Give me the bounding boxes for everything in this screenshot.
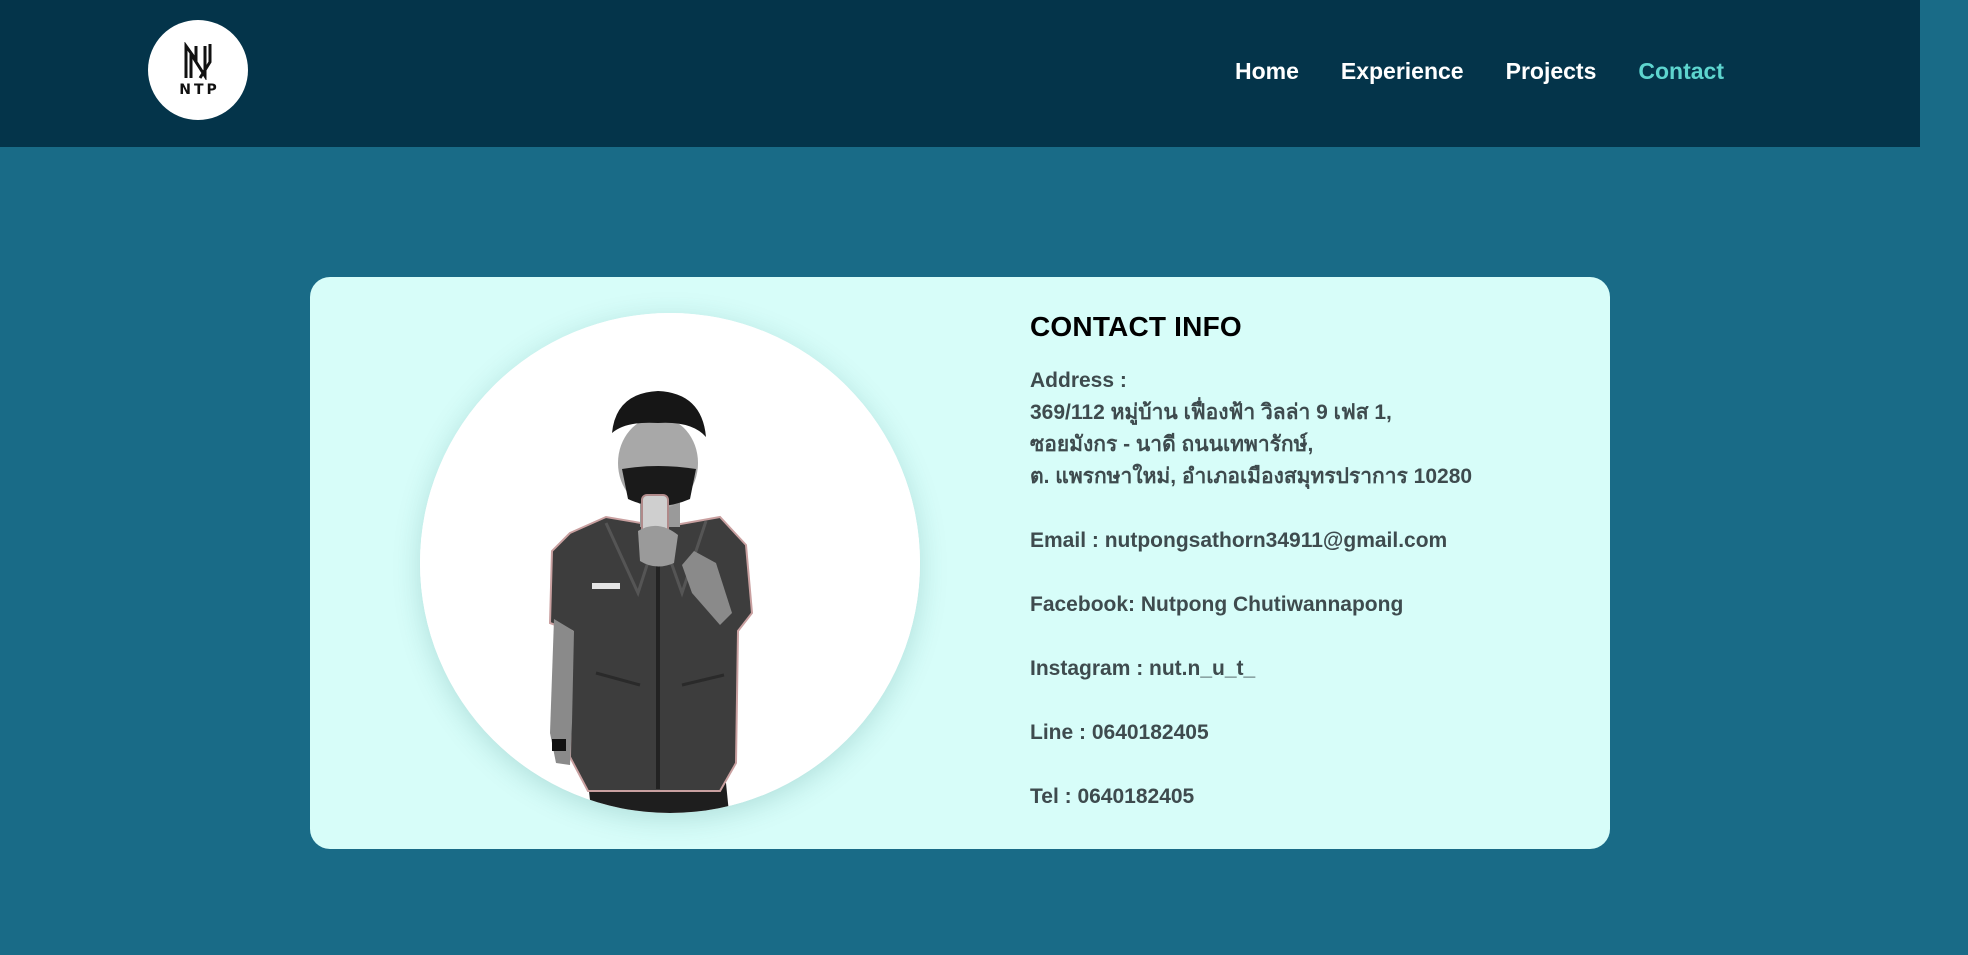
line-id-text: Line : 0640182405 — [1030, 721, 1209, 744]
profile-photo — [420, 313, 920, 813]
address-block: Address : 369/112 หมู่บ้าน เฟื่องฟ้า วิล… — [1030, 365, 1570, 493]
nav-contact-link[interactable]: Contact — [1638, 58, 1724, 85]
navbar: NTP Home Experience Projects Contact — [0, 0, 1920, 147]
nav-experience-link[interactable]: Experience — [1341, 58, 1464, 85]
ntp-logo-icon[interactable]: NTP — [148, 20, 248, 120]
contact-card: CONTACT INFO Address : 369/112 หมู่บ้าน … — [310, 277, 1610, 849]
facebook-text: Facebook: Nutpong Chutiwannapong — [1030, 593, 1404, 616]
address-label: Address : — [1030, 369, 1127, 392]
contact-title: CONTACT INFO — [1030, 311, 1242, 342]
main-nav: Home Experience Projects Contact — [1193, 58, 1724, 85]
logo-text: NTP — [179, 82, 220, 98]
tel-text: Tel : 0640182405 — [1030, 785, 1195, 808]
contact-info: CONTACT INFO Address : 369/112 หมู่บ้าน … — [1030, 311, 1570, 813]
address-line-3: ต. แพรกษาใหม่, อำเภอเมืองสมุทรปราการ 102… — [1030, 465, 1473, 488]
person-photo-illustration — [420, 313, 920, 813]
address-line-2: ซอยมังกร - นาดี ถนนเทพารักษ์, — [1030, 433, 1314, 456]
email-text: Email : nutpongsathorn34911@gmail.com — [1030, 529, 1448, 552]
instagram-text: Instagram : nut.n_u_t_ — [1030, 657, 1256, 680]
nav-projects-link[interactable]: Projects — [1506, 58, 1597, 85]
logo-mark — [184, 42, 212, 80]
nav-home-link[interactable]: Home — [1235, 58, 1299, 85]
address-line-1: 369/112 หมู่บ้าน เฟื่องฟ้า วิลล่า 9 เฟส … — [1030, 401, 1392, 424]
